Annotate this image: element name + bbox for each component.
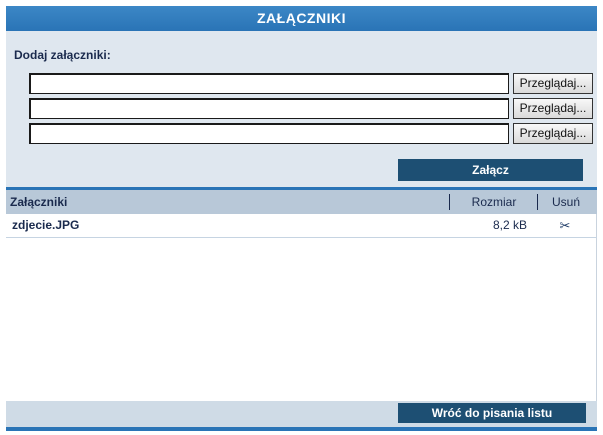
add-attachments-label: Dodaj załączniki: <box>14 48 111 62</box>
window-title: ZAŁĄCZNIKI <box>6 6 597 31</box>
attachment-size: 8,2 kB <box>492 218 527 232</box>
file-input-1[interactable] <box>29 73 509 94</box>
browse-button-1[interactable]: Przeglądaj... <box>513 73 593 94</box>
column-header-size: Rozmiar <box>449 194 538 210</box>
table-row: zdjecie.JPG 8,2 kB ✂ <box>6 214 597 238</box>
browse-button-3[interactable]: Przeglądaj... <box>513 123 593 144</box>
file-input-2[interactable] <box>29 98 509 119</box>
table-header: Załączniki Rozmiar Usuń <box>6 187 597 214</box>
attach-button[interactable]: Załącz <box>398 159 583 181</box>
back-to-writing-button[interactable]: Wróć do pisania listu <box>398 403 586 423</box>
browse-button-2[interactable]: Przeglądaj... <box>513 98 593 119</box>
attachments-panel: ZAŁĄCZNIKI Dodaj załączniki: Przeglądaj.… <box>6 6 597 431</box>
file-input-3[interactable] <box>29 123 509 144</box>
scissors-icon[interactable]: ✂ <box>537 214 593 237</box>
attachment-name[interactable]: zdjecie.JPG <box>12 214 79 237</box>
column-header-name: Załączniki <box>10 195 68 209</box>
footer-bar: Wróć do pisania listu <box>6 401 597 431</box>
column-header-delete: Usuń <box>537 194 594 210</box>
